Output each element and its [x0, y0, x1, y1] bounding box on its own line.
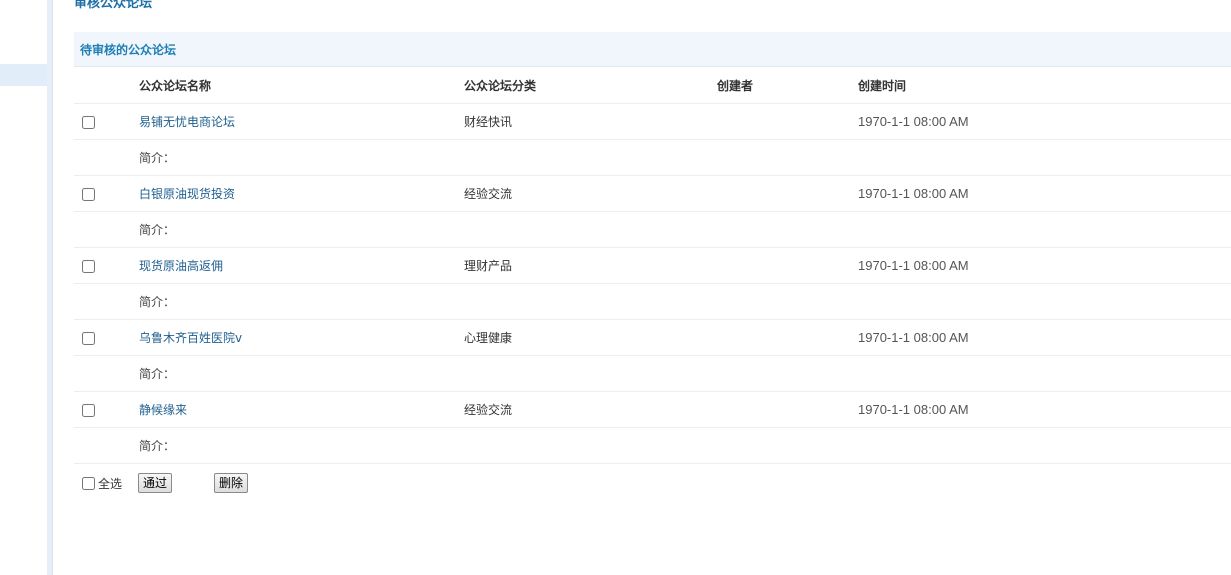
intro-row: 简介：: [74, 283, 1231, 320]
intro-spacer: [74, 139, 132, 176]
table-row: 易铺无忧电商论坛 财经快讯 1970-1-1 08:00 AM: [74, 103, 1231, 140]
forum-name-link[interactable]: 现货原油高返佣: [139, 259, 223, 273]
forum-category: 心理健康: [464, 331, 513, 345]
header-created: 创建时间: [851, 68, 1231, 104]
page-title: 审核公众论坛: [74, 0, 153, 11]
forum-category: 理财产品: [464, 259, 513, 273]
section-header: 待审核的公众论坛: [74, 32, 1231, 67]
forum-created-cell: 1970-1-1 08:00 AM: [851, 103, 1231, 140]
forum-creator-cell: [710, 175, 851, 212]
row-check-cell: [74, 319, 132, 356]
header-name: 公众论坛名称: [132, 68, 457, 104]
intro-label: 简介：: [139, 367, 176, 381]
section-title: 待审核的公众论坛: [80, 43, 177, 57]
row-check-cell: [74, 247, 132, 284]
forum-creator-cell: [710, 319, 851, 356]
forum-name-link[interactable]: 静候缘来: [139, 403, 187, 417]
row-check-cell: [74, 103, 132, 140]
forum-created-time: 1970-1-1 08:00 AM: [858, 402, 969, 417]
table-row: 现货原油高返佣 理财产品 1970-1-1 08:00 AM: [74, 247, 1231, 284]
forum-creator-cell: [710, 247, 851, 284]
row-check-cell: [74, 175, 132, 212]
intro-label: 简介：: [139, 223, 176, 237]
forum-name-cell: 现货原油高返佣: [132, 247, 457, 284]
forum-created-cell: 1970-1-1 08:00 AM: [851, 247, 1231, 284]
forum-name-link[interactable]: 乌鲁木齐百姓医院v: [139, 331, 242, 345]
header-category-label: 公众论坛分类: [464, 79, 537, 93]
intro-spacer: [74, 283, 132, 320]
intro-spacer: [74, 355, 132, 392]
intro-row: 简介：: [74, 211, 1231, 248]
intro-row: 简介：: [74, 427, 1231, 464]
forum-created-time: 1970-1-1 08:00 AM: [858, 258, 969, 273]
row-checkbox[interactable]: [82, 187, 95, 201]
table-row: 静候缘来 经验交流 1970-1-1 08:00 AM: [74, 391, 1231, 428]
intro-spacer: [74, 211, 132, 248]
header-check-cell: [74, 68, 132, 104]
header-name-label: 公众论坛名称: [139, 79, 212, 93]
intro-row: 简介：: [74, 355, 1231, 392]
header-created-label: 创建时间: [858, 79, 907, 93]
table-row: 乌鲁木齐百姓医院v 心理健康 1970-1-1 08:00 AM: [74, 319, 1231, 356]
intro-spacer: [74, 427, 132, 464]
intro-cell: 简介：: [132, 139, 1231, 176]
forum-created-cell: 1970-1-1 08:00 AM: [851, 175, 1231, 212]
sidebar-active-item[interactable]: [0, 64, 47, 86]
forum-category: 经验交流: [464, 187, 513, 201]
forum-category-cell: 经验交流: [457, 175, 710, 212]
intro-cell: 简介：: [132, 427, 1231, 464]
forum-category: 经验交流: [464, 403, 513, 417]
forum-category-cell: 经验交流: [457, 391, 710, 428]
row-checkbox[interactable]: [82, 331, 95, 345]
pending-forums-table: 公众论坛名称 公众论坛分类 创建者 创建时间 易铺无忧电商论坛 财经快讯 197…: [74, 68, 1231, 464]
row-checkbox[interactable]: [82, 115, 95, 129]
table-header-row: 公众论坛名称 公众论坛分类 创建者 创建时间: [74, 68, 1231, 104]
forum-name-cell: 白银原油现货投资: [132, 175, 457, 212]
forum-created-cell: 1970-1-1 08:00 AM: [851, 319, 1231, 356]
forum-name-link[interactable]: 易铺无忧电商论坛: [139, 115, 235, 129]
forum-category-cell: 心理健康: [457, 319, 710, 356]
intro-cell: 简介：: [132, 283, 1231, 320]
intro-cell: 简介：: [132, 211, 1231, 248]
intro-label: 简介：: [139, 439, 176, 453]
forum-created-time: 1970-1-1 08:00 AM: [858, 186, 969, 201]
forum-name-cell: 乌鲁木齐百姓医院v: [132, 319, 457, 356]
sidebar-divider: [47, 0, 53, 575]
approve-button[interactable]: 通过: [138, 473, 173, 493]
sidebar: [0, 0, 47, 575]
forum-creator-cell: [710, 103, 851, 140]
intro-cell: 简介：: [132, 355, 1231, 392]
forum-category-cell: 理财产品: [457, 247, 710, 284]
intro-label: 简介：: [139, 295, 176, 309]
table-row: 白银原油现货投资 经验交流 1970-1-1 08:00 AM: [74, 175, 1231, 212]
select-all-checkbox[interactable]: [82, 477, 95, 490]
intro-row: 简介：: [74, 139, 1231, 176]
forum-created-cell: 1970-1-1 08:00 AM: [851, 391, 1231, 428]
forum-created-time: 1970-1-1 08:00 AM: [858, 114, 969, 129]
select-all-control[interactable]: 全选: [82, 475, 122, 492]
header-creator-label: 创建者: [717, 79, 754, 93]
forum-name-link[interactable]: 白银原油现货投资: [139, 187, 235, 201]
forum-category: 财经快讯: [464, 115, 513, 129]
forum-created-time: 1970-1-1 08:00 AM: [858, 330, 969, 345]
table-footer-actions: 全选 通过 删除: [74, 472, 474, 494]
forum-category-cell: 财经快讯: [457, 103, 710, 140]
row-checkbox[interactable]: [82, 403, 95, 417]
row-checkbox[interactable]: [82, 259, 95, 273]
forum-name-cell: 静候缘来: [132, 391, 457, 428]
delete-button[interactable]: 删除: [214, 473, 249, 493]
forum-creator-cell: [710, 391, 851, 428]
forum-name-cell: 易铺无忧电商论坛: [132, 103, 457, 140]
header-creator: 创建者: [710, 68, 851, 104]
row-check-cell: [74, 391, 132, 428]
intro-label: 简介：: [139, 151, 176, 165]
header-category: 公众论坛分类: [457, 68, 710, 104]
select-all-label: 全选: [98, 477, 123, 491]
